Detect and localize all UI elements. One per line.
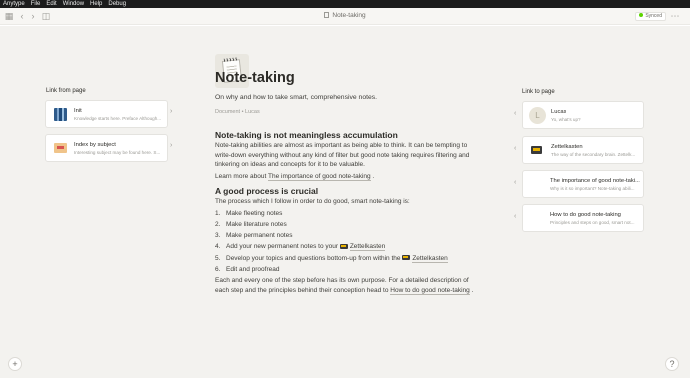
menu-help[interactable]: Help	[90, 0, 102, 8]
app-header: ▦ ‹ › ◫ Note-taking Synced ⋯	[0, 8, 690, 25]
card-description: Knowledge starts here. Preface Although.…	[74, 116, 162, 121]
closing-paragraph[interactable]: Each and every one of the step before ha…	[215, 276, 475, 295]
list-item[interactable]: 3. Make permanent notes	[215, 230, 475, 241]
sync-status-badge[interactable]: Synced	[635, 12, 666, 21]
back-arrow-icon[interactable]: ‹	[17, 11, 27, 21]
chevron-right-icon: ›	[170, 142, 173, 149]
link-to-card-importance[interactable]: The importance of good note-taki... Why …	[522, 170, 644, 198]
header-title-text: Note-taking	[332, 12, 366, 19]
card-title: Lucas	[551, 109, 567, 115]
add-page-button[interactable]: +	[8, 357, 22, 371]
link-from-page-label: Link from page	[46, 88, 86, 94]
link-from-card-index[interactable]: Index by subject Interesting subject may…	[45, 134, 168, 162]
chevron-left-icon: ‹	[514, 213, 517, 220]
link-to-card-lucas[interactable]: L Lucas Yo, what's up?	[522, 101, 644, 129]
zettelkasten-icon	[402, 255, 411, 261]
page-body: Note-taking is not meaningless accumulat…	[215, 129, 475, 295]
init-image-icon	[54, 108, 67, 121]
forward-arrow-icon[interactable]: ›	[28, 11, 38, 21]
card-title: The importance of good note-taki...	[550, 178, 640, 184]
learn-more-suffix: .	[370, 172, 375, 180]
menu-window[interactable]: Window	[63, 0, 84, 8]
link-how-to[interactable]: How to do good note-taking	[390, 286, 470, 295]
menu-anytype[interactable]: Anytype	[3, 0, 25, 8]
more-options-icon[interactable]: ⋯	[670, 11, 680, 21]
link-to-page-label: Link to page	[522, 89, 555, 95]
page-meta: Document • Lucas	[215, 109, 260, 115]
grid-icon[interactable]: ▦	[4, 11, 14, 21]
page-title[interactable]: Note-taking	[215, 70, 295, 86]
document-page: Note-taking On why and how to take smart…	[0, 26, 690, 378]
chevron-left-icon: ‹	[514, 110, 517, 117]
card-description: Interesting subject may be found here. S…	[74, 150, 161, 155]
list-item[interactable]: 1. Make fleeting notes	[215, 208, 475, 219]
page-subtitle[interactable]: On why and how to take smart, comprehens…	[215, 94, 377, 101]
list-text: Make literature notes	[226, 220, 287, 228]
card-description: Yo, what's up?	[551, 117, 581, 122]
menu-debug[interactable]: Debug	[108, 0, 126, 8]
list-text: Edit and proofread	[226, 265, 280, 273]
card-description: Why is it so important? Note-taking abil…	[550, 186, 635, 191]
list-text: Develop your topics and questions bottom…	[226, 254, 403, 262]
section-heading[interactable]: Note-taking is not meaningless accumulat…	[215, 129, 475, 141]
list-text: Make permanent notes	[226, 232, 293, 240]
sync-status-text: Synced	[645, 13, 662, 19]
chevron-left-icon: ‹	[514, 179, 517, 186]
card-description: The way of the secondary brain. Zettelk.…	[551, 152, 636, 157]
link-zettelkasten[interactable]: Zettelkasten	[349, 243, 386, 252]
link-zettelkasten[interactable]: Zettelkasten	[412, 254, 448, 263]
list-item[interactable]: 2. Make literature notes	[215, 219, 475, 230]
card-title: How to do good note-taking	[550, 212, 621, 218]
numbered-list: 1. Make fleeting notes 2. Make literature …	[215, 208, 475, 276]
link-from-card-init[interactable]: Init Knowledge starts here. Preface Alth…	[45, 100, 168, 128]
document-icon	[324, 12, 330, 18]
closing-suffix: .	[469, 286, 474, 294]
learn-more-prefix: Learn more about	[215, 172, 268, 180]
list-text: Add your new permanent notes to your	[226, 243, 340, 251]
list-number: 3.	[215, 232, 221, 240]
link-to-card-how-to[interactable]: How to do good note-taking Principles an…	[522, 204, 644, 232]
menu-file[interactable]: File	[31, 0, 41, 8]
list-item[interactable]: 6. Edit and proofread	[215, 264, 475, 275]
zettelkasten-icon	[531, 146, 542, 154]
list-number: 4.	[215, 243, 221, 251]
list-text: Make fleeting notes	[226, 209, 283, 217]
sidebar-toggle-icon[interactable]: ◫	[41, 11, 51, 21]
card-title: Zettelkasten	[551, 144, 583, 150]
zettelkasten-icon	[339, 243, 348, 249]
list-number: 5.	[215, 254, 221, 262]
chevron-left-icon: ‹	[514, 145, 517, 152]
paragraph[interactable]: Note-taking abilities are almost as impo…	[215, 141, 475, 170]
status-dot-icon	[639, 13, 644, 17]
card-description: Principles and steps on good, smart not.…	[550, 220, 635, 225]
list-number: 1.	[215, 209, 221, 217]
card-title: Index by subject	[74, 142, 116, 148]
link-to-card-zettelkasten[interactable]: Zettelkasten The way of the secondary br…	[522, 136, 644, 164]
card-title: Init	[74, 108, 82, 114]
list-number: 6.	[215, 265, 221, 273]
folder-icon	[54, 143, 67, 153]
learn-more-paragraph: Learn more about The importance of good …	[215, 172, 475, 182]
help-button[interactable]: ?	[665, 357, 679, 371]
list-number: 2.	[215, 220, 221, 228]
menu-edit[interactable]: Edit	[46, 0, 56, 8]
paragraph[interactable]: The process which I follow in order to d…	[215, 197, 475, 207]
link-importance[interactable]: The importance of good note-taking	[268, 172, 371, 181]
list-item[interactable]: 5. Develop your topics and questions bott…	[215, 253, 475, 264]
avatar-icon: L	[529, 107, 546, 124]
header-title: Note-taking	[0, 8, 690, 24]
list-item[interactable]: 4. Add your new permanent notes to your Z…	[215, 241, 475, 252]
chevron-right-icon: ›	[170, 108, 173, 115]
macos-menubar: Anytype File Edit Window Help Debug	[0, 0, 690, 8]
section-heading[interactable]: A good process is crucial	[215, 185, 475, 197]
